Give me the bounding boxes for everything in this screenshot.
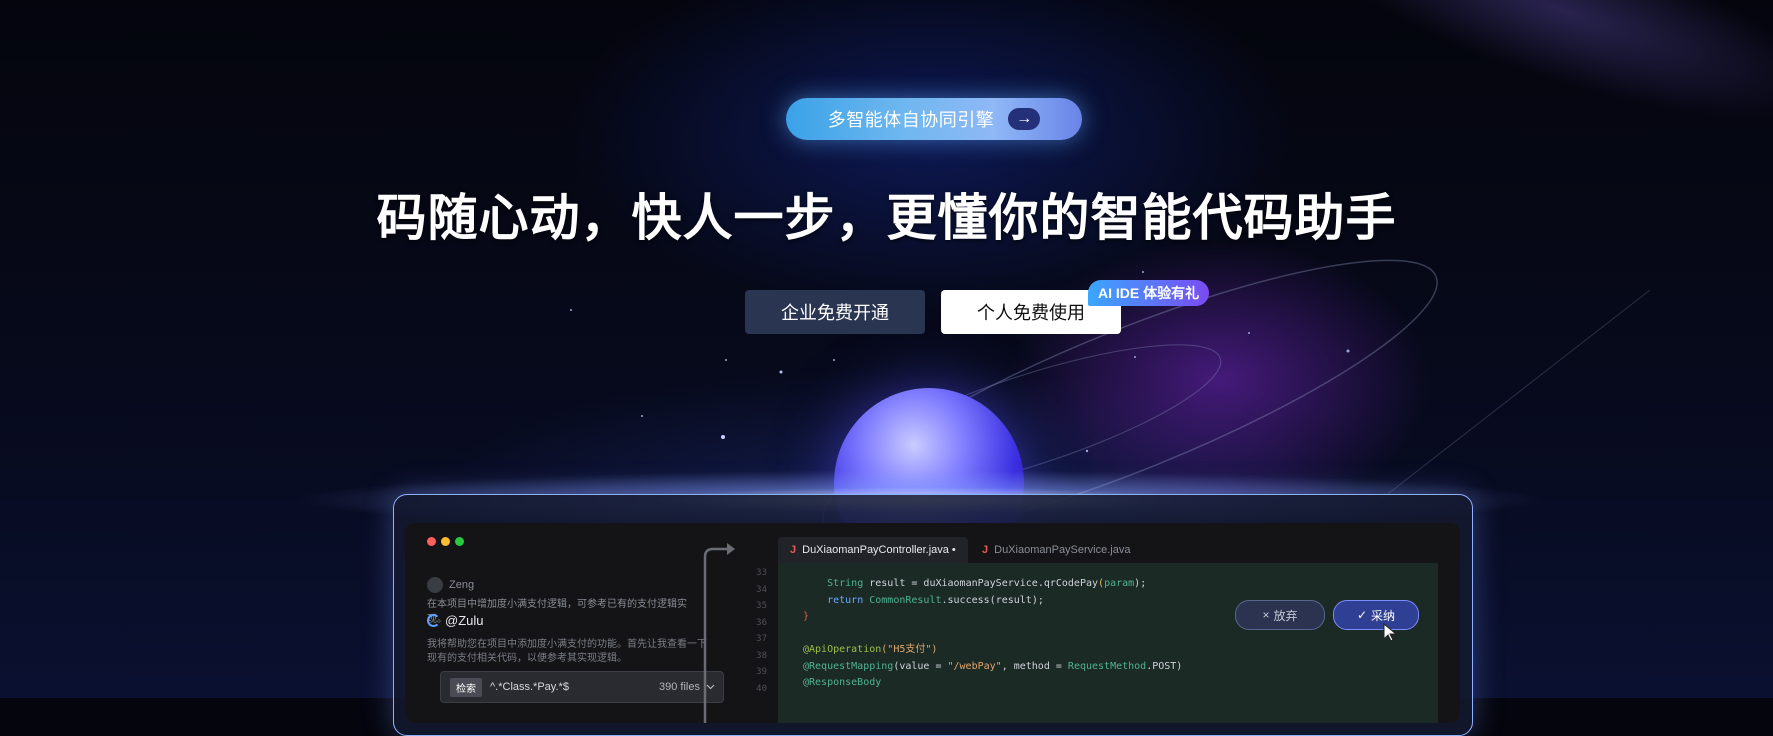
engine-badge[interactable]: 多智能体自协同引擎 → [786,98,1082,140]
java-file-icon: J [790,544,797,556]
accept-button[interactable]: ✓ 采纳 [1333,600,1419,630]
mouse-cursor-icon [1383,622,1401,648]
ide-window: Zeng 在本项目中增加度小满支付逻辑，可参考已有的支付逻辑实现。 @Zulu … [405,523,1460,723]
code-line: @ApiOperation("H5支付") [803,644,938,655]
check-icon: ✓ [1356,608,1368,622]
tab-service[interactable]: J DuXiaomanPayService.java [970,537,1142,563]
tab-controller[interactable]: J DuXiaomanPayController.java • [778,537,968,563]
line-number: 37 [756,634,767,644]
promo-badge: AI IDE 体验有礼 [1088,280,1210,306]
code-lines: String result = duXiaomanPayService.qrCo… [803,576,1182,692]
line-number: 40 [756,683,767,694]
discard-button[interactable]: × 放弃 [1235,600,1325,630]
code-line: @RequestMapping(value = "/webPay", metho… [803,660,1183,672]
line-numbers: 33 34 35 36 37 38 39 40 [727,565,767,697]
tab-label: DuXiaomanPayController.java • [802,544,956,556]
code-line: String result = duXiaomanPayService.qrCo… [827,578,1147,589]
code-line: } [803,611,810,622]
arrow-right-icon: → [1008,108,1041,130]
code-line: return CommonResult.success(result); [827,594,1044,606]
page-title: 码随心动，快人一步，更懂你的智能代码助手 [376,190,1397,246]
orbit-trail [1379,289,1651,501]
badge-text: 多智能体自协同引擎 [827,110,995,130]
line-number: 35 [756,601,767,611]
tab-label: DuXiaomanPayService.java [994,544,1131,556]
code-line: @ResponseBody [803,677,882,688]
line-number: 36 [756,617,767,628]
line-number: 33 [756,568,767,578]
enterprise-free-button[interactable]: 企业免费开通 [745,290,925,334]
accept-label: 采纳 [1371,608,1396,623]
line-number: 39 [756,667,767,677]
java-file-icon: J [982,544,989,556]
line-number: 38 [756,650,767,661]
close-icon: × [1262,608,1270,622]
line-number: 34 [756,584,767,595]
discard-label: 放弃 [1273,608,1298,623]
